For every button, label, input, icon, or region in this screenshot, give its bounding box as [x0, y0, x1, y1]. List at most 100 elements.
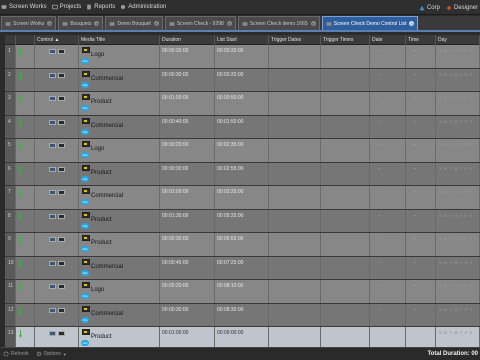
row-number: 10 — [5, 256, 16, 279]
film-icon[interactable] — [58, 49, 65, 54]
close-icon[interactable]: × — [47, 21, 53, 26]
header-duration[interactable]: Duration — [160, 35, 215, 45]
media-thumbnail — [82, 164, 90, 171]
arrow-down-icon[interactable] — [19, 212, 22, 221]
duration-value: 00:00:40:00 — [162, 118, 189, 125]
film-icon[interactable] — [58, 96, 65, 101]
monitor-icon[interactable] — [49, 166, 56, 172]
close-icon[interactable]: × — [310, 21, 316, 26]
trigger-times-cell — [321, 186, 370, 209]
table-row[interactable]: 3 Clip Product 00:01:00:00 00:00:50:00- - S M … — [5, 92, 480, 116]
table-row[interactable]: 1 Clip Logo 00:00:20:00 00:00:20:00- - S M T W… — [5, 45, 480, 69]
table-row[interactable]: 10 Clip Commercial 00:00:45:00 00:07:25:00- -… — [5, 256, 480, 280]
monitor-icon[interactable] — [49, 143, 56, 148]
nav-reports[interactable]: Reports — [86, 4, 115, 10]
arrow-down-icon[interactable] — [19, 165, 22, 174]
nav-administration[interactable]: Administration — [120, 4, 166, 10]
monitor-icon[interactable] — [49, 307, 56, 313]
arrow-down-icon[interactable] — [19, 236, 22, 244]
tab-icon — [110, 21, 115, 26]
arrow-cell — [16, 45, 35, 68]
options-label: Options — [43, 351, 61, 357]
monitor-icon[interactable] — [49, 237, 56, 242]
film-icon[interactable] — [58, 213, 65, 219]
arrow-down-icon[interactable] — [19, 142, 22, 150]
media-thumbnail — [82, 235, 90, 241]
table-row[interactable]: 9 Clip Product 00:00:30:00 00:06:55:00- - S M … — [5, 233, 480, 257]
film-icon[interactable] — [58, 119, 65, 125]
film-icon[interactable] — [58, 284, 65, 289]
arrow-down-icon[interactable] — [19, 306, 22, 315]
close-icon[interactable]: × — [153, 21, 159, 26]
film-icon[interactable] — [58, 166, 65, 172]
table-row[interactable]: 5 Clip Logo 00:00:20:00 00:02:35:00- - S M T W… — [5, 139, 480, 163]
header-day[interactable]: Day — [436, 35, 480, 45]
arrow-down-icon[interactable] — [19, 71, 22, 80]
screen-works-icon — [1, 5, 7, 9]
date-cell: - — [370, 68, 406, 91]
close-icon[interactable]: × — [226, 21, 232, 26]
tab-screen-check-demo-1665[interactable]: Screen Check demo 1665 × — [237, 16, 320, 30]
film-icon[interactable] — [58, 237, 65, 242]
header-date[interactable]: Date — [370, 35, 406, 45]
film-icon[interactable] — [58, 331, 65, 336]
monitor-icon[interactable] — [49, 72, 56, 78]
date-cell: - — [370, 45, 406, 68]
arrow-down-icon[interactable] — [19, 283, 22, 291]
nav-label: Screen Works — [9, 4, 47, 10]
table-row[interactable]: 11 Clip Logo 00:00:20:00 00:08:10:00- - S M T … — [5, 280, 480, 304]
arrow-down-icon[interactable] — [19, 259, 22, 268]
nav-screen-works[interactable]: Screen Works — [1, 4, 47, 10]
header-media-title[interactable]: Media Title — [79, 35, 160, 45]
nav-projects[interactable]: Projects — [51, 4, 81, 10]
header-time[interactable]: Time — [406, 35, 436, 45]
table-row[interactable]: 8 Clip Product 00:01:30:00 00:05:25:00- - S M … — [5, 209, 480, 233]
header-control[interactable]: Control ▲ — [35, 35, 79, 45]
close-icon[interactable]: × — [409, 21, 415, 26]
media-title: Commercial — [91, 310, 124, 317]
nav-designer[interactable]: Designer — [446, 5, 478, 11]
tab-screen-check-9298[interactable]: Screen Check - 9298 × — [164, 16, 236, 30]
tab-bouquets[interactable]: Bouquets × — [58, 16, 104, 30]
header-trigger-dates[interactable]: Trigger Dates — [269, 35, 321, 45]
film-icon[interactable] — [58, 190, 65, 195]
monitor-icon[interactable] — [49, 284, 56, 289]
tab-demo-bouquet[interactable]: Demo Bouquet × — [105, 16, 163, 30]
options-button[interactable]: Options ▼ — [36, 351, 67, 357]
header-trigger-times[interactable]: Trigger Times — [321, 35, 370, 45]
arrow-cell — [16, 186, 35, 209]
nav-corp[interactable]: Corp — [419, 5, 440, 11]
film-icon[interactable] — [58, 143, 65, 148]
duration-value: 00:00:30:00 — [162, 236, 189, 242]
list-start-cell: 00:07:25:00 — [215, 256, 269, 279]
tab-screen-works[interactable]: Screen Works × — [1, 16, 57, 30]
table-row[interactable]: 4 Clip Commercial 00:00:40:00 00:01:50:00- - S… — [5, 115, 480, 139]
list-start-value: 00:02:55:00 — [217, 165, 244, 172]
arrow-down-icon[interactable] — [19, 95, 22, 103]
table-row[interactable]: 12 Clip Commercial 00:00:30:00 00:08:30:00- -… — [5, 303, 480, 327]
table-row[interactable]: 13 Clip Product 00:01:00:00 00:09:00:00 S M T… — [5, 327, 480, 347]
close-icon[interactable]: × — [94, 21, 100, 26]
table-row[interactable]: 7 Clip Commercial 00:02:00:00 00:03:25:00- - S… — [5, 186, 480, 210]
list-start-cell: 00:00:20:00 — [215, 68, 269, 91]
arrow-down-icon[interactable] — [19, 118, 22, 127]
film-icon[interactable] — [58, 72, 65, 78]
arrow-down-icon[interactable] — [19, 48, 22, 56]
table-row[interactable]: 6 Clip Product 00:00:30:00 00:02:55:00- - S M … — [5, 162, 480, 186]
header-list-start[interactable]: List Start — [215, 35, 269, 45]
monitor-icon[interactable] — [49, 190, 56, 195]
arrow-down-icon[interactable] — [19, 189, 22, 197]
monitor-icon[interactable] — [49, 260, 56, 266]
monitor-icon[interactable] — [49, 119, 56, 125]
date-value: - — [378, 306, 380, 313]
table-row[interactable]: 2 Clip Commercial 00:00:30:00 00:00:20:00- - S… — [5, 68, 480, 92]
tab-screen-check-demo-control-list[interactable]: Screen Check Demo Control List × — [321, 16, 419, 30]
monitor-icon[interactable] — [49, 213, 56, 219]
monitor-icon[interactable] — [49, 331, 56, 336]
film-icon[interactable] — [58, 307, 65, 313]
monitor-icon[interactable] — [49, 96, 56, 101]
arrow-down-icon[interactable] — [19, 330, 22, 338]
film-icon[interactable] — [58, 260, 65, 266]
monitor-icon[interactable] — [49, 49, 56, 54]
refresh-button[interactable]: Refresh — [3, 351, 29, 357]
